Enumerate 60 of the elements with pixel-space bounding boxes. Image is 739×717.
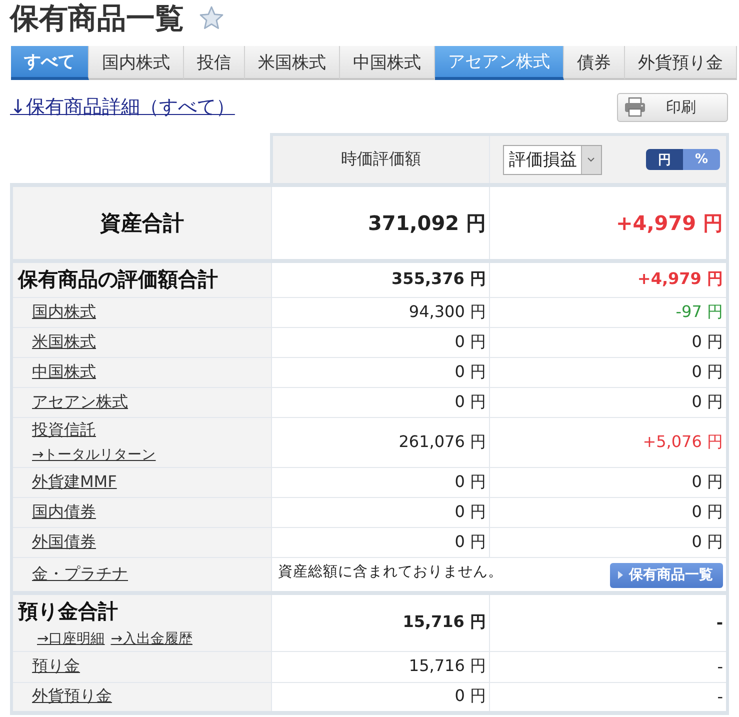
gain-value: 0 円 [692, 502, 723, 520]
total-return-link[interactable]: →トータルリターン [32, 447, 156, 463]
section-label: 預り金合計 [18, 598, 118, 625]
detail-link[interactable]: ↓保有商品詳細（すべて） [10, 94, 235, 120]
market-value: 15,716 円 [402, 612, 486, 632]
tab[interactable]: 外貨預り金 [625, 46, 737, 80]
market-value: 0 円 [454, 502, 486, 520]
market-value: 94,300 円 [408, 302, 486, 320]
gain-value: 0 円 [692, 532, 723, 550]
category-link[interactable]: 中国株式 [32, 362, 96, 380]
gain-value: -97 円 [676, 302, 723, 320]
gain-value: 0 円 [692, 392, 723, 410]
tab[interactable]: 米国株式 [245, 46, 340, 80]
section-label: 保有商品の評価額合計 [18, 266, 218, 294]
section-label: 資産合計 [99, 210, 185, 237]
page-title: 保有商品一覧 [10, 2, 184, 34]
category-link[interactable]: 預り金 [32, 656, 80, 675]
market-value: 0 円 [454, 392, 486, 410]
gain-value: 0 円 [692, 362, 723, 380]
category-link[interactable]: 投資信託 [32, 420, 96, 439]
gain-value: 0 円 [692, 332, 723, 350]
category-link[interactable]: 国内株式 [32, 302, 96, 320]
gain-type-select[interactable]: 評価損益 [503, 144, 602, 174]
market-value: 371,092 円 [368, 210, 486, 234]
category-link[interactable]: アセアン株式 [32, 392, 128, 410]
market-value: 0 円 [454, 362, 486, 380]
market-value: 355,376 円 [392, 269, 486, 288]
caret-right-icon [618, 571, 623, 579]
column-header: 時価評価額 [272, 134, 490, 185]
tab[interactable]: 投信 [184, 46, 245, 80]
category-link[interactable]: 外貨建MMF [32, 472, 117, 490]
market-value: 0 円 [454, 532, 486, 550]
tab[interactable]: 債券 [564, 46, 625, 80]
market-value: 261,076 円 [398, 432, 486, 450]
gain-value: +4,979 円 [616, 210, 723, 234]
printer-icon [624, 97, 646, 117]
unit-toggle-option[interactable]: 円 [646, 149, 683, 170]
print-button[interactable]: 印刷 [617, 92, 728, 122]
tab[interactable]: 中国株式 [340, 46, 435, 80]
gain-value: 0 円 [692, 472, 723, 490]
category-link[interactable]: 国内債券 [32, 502, 96, 520]
account-link[interactable]: →入出金履歴 [110, 630, 192, 648]
gain-value: +4,979 円 [637, 269, 723, 288]
category-link[interactable]: 外国債券 [32, 532, 96, 550]
market-value: 0 円 [454, 686, 486, 706]
market-value: 0 円 [454, 332, 486, 350]
chevron-down-icon [581, 146, 601, 174]
note-text: 資産総額に含まれておりません。 [278, 562, 503, 580]
account-link[interactable]: →口座明細 [37, 630, 105, 648]
gain-value: - [717, 657, 723, 676]
category-link[interactable]: 金・プラチナ [32, 564, 128, 583]
gain-value: +5,076 円 [642, 432, 723, 450]
gain-value: - [717, 687, 723, 706]
market-value: 15,716 円 [408, 656, 486, 675]
star-icon[interactable] [199, 6, 224, 30]
tab[interactable]: 国内株式 [89, 46, 184, 80]
gain-value: - [716, 613, 723, 632]
category-link[interactable]: 外貨預り金 [32, 686, 112, 706]
category-link[interactable]: 米国株式 [32, 332, 96, 350]
market-value: 0 円 [454, 472, 486, 490]
